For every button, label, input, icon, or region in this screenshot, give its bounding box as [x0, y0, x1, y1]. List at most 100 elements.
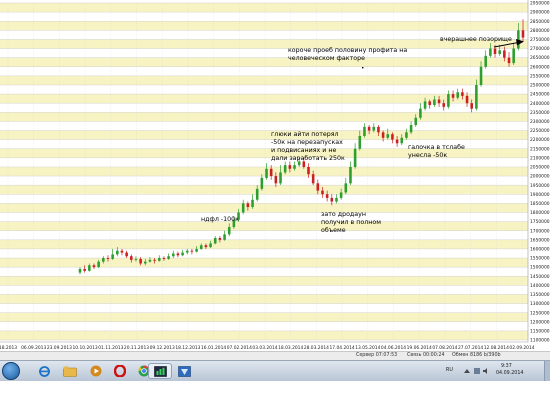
- candle-body: [125, 252, 128, 257]
- annotation-yesterday: вчерашнее позорище: [440, 36, 512, 43]
- candle-body: [157, 258, 161, 261]
- candle-body: [241, 203, 245, 213]
- candle-body: [260, 177, 264, 189]
- candle-body: [283, 165, 287, 173]
- chart-band: [0, 239, 528, 249]
- taskbar-explorer-button[interactable]: [32, 363, 56, 379]
- clock-time[interactable]: 9:37: [501, 364, 512, 369]
- taskbar-trading-terminal-button[interactable]: [148, 363, 172, 379]
- candle-body: [111, 254, 114, 259]
- chart-band: [0, 330, 528, 340]
- candle-body: [456, 92, 459, 98]
- candle-body: [269, 168, 273, 177]
- candle-body: [307, 166, 310, 175]
- price-tick-label: 2650000: [530, 55, 550, 61]
- price-tick-label: 2050000: [530, 165, 550, 171]
- chart-band: [0, 21, 528, 31]
- candle-body: [465, 95, 469, 104]
- chart-band: [0, 203, 528, 213]
- candle-body: [409, 125, 413, 133]
- start-button[interactable]: [2, 362, 20, 380]
- candle-body: [517, 30, 520, 49]
- chart-app-icon: [153, 365, 167, 377]
- candle-body: [246, 203, 250, 208]
- price-tick-label: 2450000: [530, 92, 550, 98]
- taskbar-app-button[interactable]: [172, 363, 196, 379]
- candle-body: [279, 172, 282, 184]
- candle-body: [386, 134, 390, 138]
- candle-body: [181, 252, 184, 256]
- candle-body: [97, 261, 100, 268]
- taskbar-folder-button[interactable]: [58, 363, 82, 379]
- candle-body: [204, 245, 208, 248]
- price-tick-label: 1950000: [530, 183, 550, 189]
- language-indicator[interactable]: RU: [446, 368, 453, 373]
- candle-body: [367, 126, 371, 131]
- clock-date[interactable]: 04.09.2014: [496, 371, 523, 376]
- candle-body: [339, 192, 343, 198]
- candle-body: [102, 258, 105, 262]
- price-chart[interactable]: 2950000 2900000 2850000 2800000 2750000 27000…: [0, 0, 550, 352]
- chart-band: [0, 185, 528, 195]
- candle-body: [461, 92, 464, 96]
- status-bar: Сервер 07:07:53 Связь 00:00:24 Обмен 818…: [0, 351, 550, 360]
- folder-icon: [63, 366, 77, 377]
- show-desktop-button[interactable]: [544, 361, 550, 381]
- price-tick-label: 1700000: [530, 228, 550, 234]
- price-tick-label: 1850000: [530, 201, 550, 207]
- price-tick-label: 2150000: [530, 146, 550, 152]
- candle-body: [134, 258, 138, 260]
- chart-band: [0, 130, 528, 140]
- price-tick-label: 2100000: [530, 155, 550, 161]
- chart-background-bands: [0, 3, 528, 340]
- price-tick-label: 1250000: [530, 310, 550, 316]
- candle-body: [363, 126, 366, 136]
- candle-body: [213, 237, 217, 244]
- candle-body: [503, 50, 506, 58]
- candle-body: [144, 261, 147, 264]
- traffic-counter: Обмен 8186 b/390b: [452, 353, 501, 358]
- candle-body: [251, 199, 254, 208]
- candle-body: [321, 190, 324, 195]
- candle-body: [167, 256, 170, 259]
- candle-body: [489, 48, 492, 56]
- candle-body: [153, 259, 156, 261]
- price-tick-label: 2750000: [530, 37, 550, 43]
- candle-body: [442, 103, 446, 107]
- candle-body: [479, 66, 483, 85]
- candle-body: [130, 256, 133, 260]
- candle-body: [428, 101, 432, 106]
- candle-body: [507, 57, 511, 64]
- network-icon: [474, 368, 480, 374]
- candle-body: [423, 101, 427, 109]
- opera-icon: [114, 365, 126, 377]
- candle-body: [265, 168, 268, 178]
- chart-band: [0, 3, 528, 13]
- chart-band: [0, 166, 528, 177]
- candle-body: [171, 253, 175, 257]
- price-tick-label: 2950000: [530, 1, 550, 7]
- price-tick-label: 2900000: [530, 10, 550, 16]
- price-tick-label: 1350000: [530, 292, 550, 298]
- chart-band: [0, 75, 528, 85]
- candle-body: [470, 103, 473, 109]
- taskbar-media-button[interactable]: [84, 363, 108, 379]
- volume-icon: [483, 368, 487, 374]
- chart-band: [0, 112, 528, 122]
- price-tick-label: 1550000: [530, 256, 550, 262]
- candle-body: [372, 126, 376, 131]
- chart-band: [0, 276, 528, 286]
- candle-body: [162, 258, 166, 259]
- price-tick-label: 1300000: [530, 301, 550, 307]
- taskbar-opera-button[interactable]: [108, 363, 132, 379]
- price-tick-label: 1450000: [530, 274, 550, 280]
- blue-app-icon: [177, 365, 191, 377]
- annotation-human-factor: короче проеб половину профита на человеч…: [288, 47, 408, 62]
- price-tick-label: 1600000: [530, 247, 550, 253]
- chart-band: [0, 57, 528, 67]
- candle-body: [274, 176, 278, 184]
- marker-dot: [362, 67, 364, 69]
- candle-body: [437, 99, 441, 104]
- candle-body: [83, 268, 86, 271]
- candle-body: [176, 253, 180, 256]
